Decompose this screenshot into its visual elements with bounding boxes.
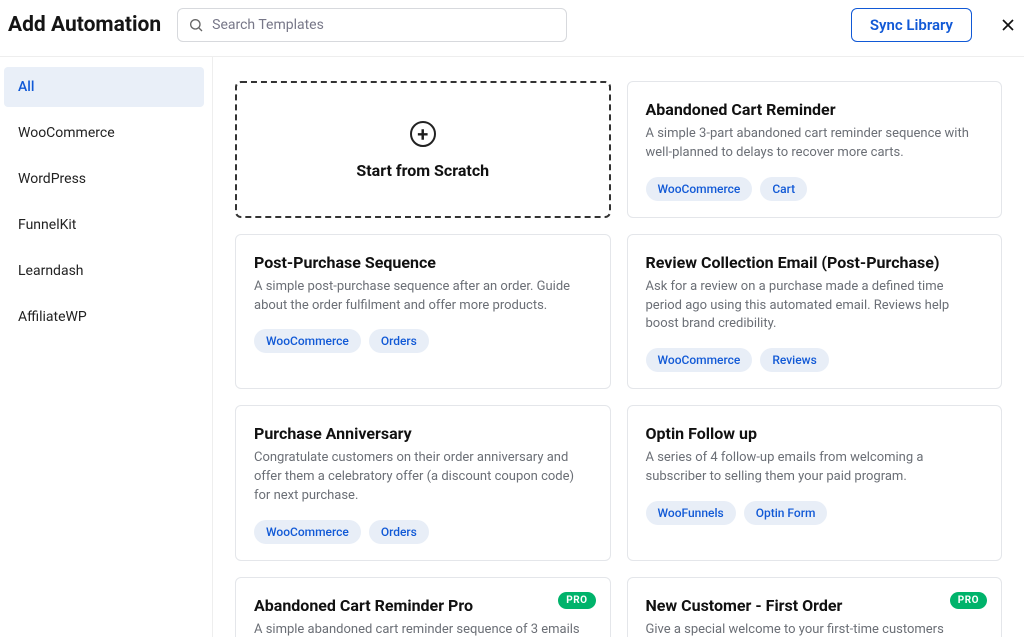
card-title: Abandoned Cart Reminder — [646, 100, 984, 119]
page-title: Add Automation — [8, 13, 161, 37]
card-title: Optin Follow up — [646, 424, 984, 443]
scratch-label: Start from Scratch — [356, 161, 489, 180]
card-title: Post-Purchase Sequence — [254, 253, 592, 272]
tag: WooCommerce — [254, 329, 361, 353]
search-field-wrap — [177, 8, 567, 42]
tag: Optin Form — [744, 501, 828, 525]
tag-list: WooCommerce Orders — [254, 329, 592, 353]
sidebar-item-funnelkit[interactable]: FunnelKit — [4, 205, 204, 245]
sidebar-item-learndash[interactable]: Learndash — [4, 251, 204, 291]
search-input[interactable] — [177, 8, 567, 42]
sidebar-item-woocommerce[interactable]: WooCommerce — [4, 113, 204, 153]
plus-icon: + — [410, 121, 436, 147]
body: All WooCommerce WordPress FunnelKit Learndas… — [0, 56, 1024, 637]
card-title: Review Collection Email (Post-Purchase) — [646, 253, 984, 272]
card-description: A simple post-purchase sequence after an… — [254, 278, 592, 316]
card-title: New Customer - First Order — [646, 596, 984, 615]
card-description: Give a special welcome to your first-tim… — [646, 621, 984, 637]
template-card[interactable]: Abandoned Cart Reminder A simple 3-part a… — [627, 81, 1003, 218]
template-card[interactable]: PROAbandoned Cart Reminder Pro A simple a… — [235, 577, 611, 637]
tag-list: WooCommerce Orders — [254, 520, 592, 544]
tag: WooCommerce — [646, 177, 753, 201]
card-description: A simple abandoned cart reminder sequenc… — [254, 621, 592, 637]
start-from-scratch-card[interactable]: + Start from Scratch — [235, 81, 611, 218]
card-title: Purchase Anniversary — [254, 424, 592, 443]
tag-list: WooCommerce Reviews — [646, 348, 984, 372]
tag-list: WooCommerce Cart — [646, 177, 984, 201]
tag: WooCommerce — [646, 348, 753, 372]
template-card[interactable]: Optin Follow up A series of 4 follow-up e… — [627, 405, 1003, 561]
card-title: Abandoned Cart Reminder Pro — [254, 596, 592, 615]
sync-library-button[interactable]: Sync Library — [851, 8, 972, 42]
pro-badge: PRO — [950, 592, 987, 609]
tag: Reviews — [760, 348, 828, 372]
tag: WooFunnels — [646, 501, 736, 525]
template-card[interactable]: Purchase Anniversary Congratulate custome… — [235, 405, 611, 561]
template-card[interactable]: Post-Purchase Sequence A simple post-purc… — [235, 234, 611, 390]
close-icon[interactable] — [998, 15, 1018, 35]
tag: Cart — [760, 177, 807, 201]
sidebar-item-wordpress[interactable]: WordPress — [4, 159, 204, 199]
tag: WooCommerce — [254, 520, 361, 544]
template-card[interactable]: Review Collection Email (Post-Purchase) A… — [627, 234, 1003, 390]
sidebar-item-all[interactable]: All — [4, 67, 204, 107]
card-description: A simple 3-part abandoned cart reminder … — [646, 125, 984, 163]
card-description: Ask for a review on a purchase made a de… — [646, 278, 984, 335]
template-card[interactable]: PRONew Customer - First Order Give a spec… — [627, 577, 1003, 637]
pro-badge: PRO — [558, 592, 595, 609]
card-description: Congratulate customers on their order an… — [254, 449, 592, 506]
tag: Orders — [369, 329, 429, 353]
sidebar-item-affiliatewp[interactable]: AffiliateWP — [4, 297, 204, 337]
tag-list: WooFunnels Optin Form — [646, 501, 984, 525]
sidebar: All WooCommerce WordPress FunnelKit Learndas… — [0, 57, 213, 637]
template-grid: + Start from Scratch Abandoned Cart Remind… — [213, 57, 1024, 637]
tag: Orders — [369, 520, 429, 544]
header: Add Automation Sync Library — [0, 0, 1024, 56]
card-description: A series of 4 follow-up emails from welc… — [646, 449, 984, 487]
